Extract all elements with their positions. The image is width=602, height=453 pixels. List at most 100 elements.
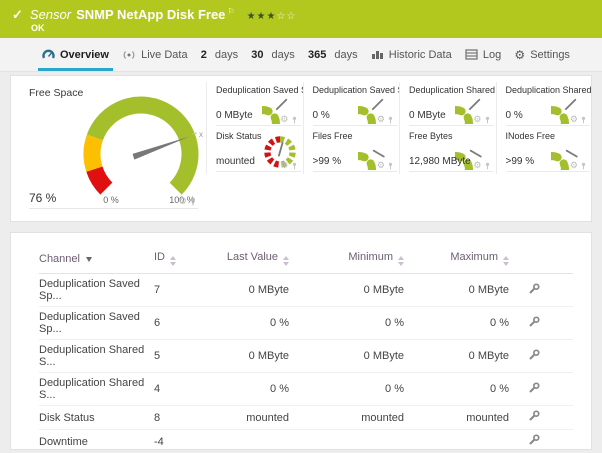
tab-label: Live Data [141,49,187,61]
gear-icon[interactable]: ⚙ [570,115,578,124]
gear-icon[interactable]: ⚙ [473,161,481,170]
divider [506,171,591,172]
divider [506,125,591,126]
maximum: 0 MByte [404,274,509,307]
channel-id: 6 [154,307,204,340]
gauge-label: Deduplication Saved S... [313,85,400,95]
sensor-header: ✓ Sensor SNMP NetApp Disk Free ⚐ ★★★☆☆ O… [0,0,602,38]
flag-icon[interactable]: ⚐ [227,7,234,16]
pin-icon[interactable] [388,116,393,124]
pin-icon[interactable] [581,116,586,124]
tab-label: Overview [60,49,109,61]
pin-icon[interactable] [485,116,490,124]
last-value: 0 % [204,307,289,340]
wrench-icon [528,283,540,295]
channel-settings-button[interactable] [509,340,559,373]
tab-log[interactable]: Log [461,38,505,71]
pin-icon[interactable] [190,197,196,206]
tab-30-days[interactable]: 30 days [247,38,299,71]
free-space-gauge-cell: Free Space x 0 % 100 % 76 % ⚙ [11,76,206,221]
channel-table-panel: Channel ID Last Value Minimum Maximum De… [10,232,592,450]
gauge-value: >99 % [506,156,535,167]
sort-icon [503,256,509,266]
wrench-icon [528,316,540,328]
gear-icon[interactable]: ⚙ [570,161,578,170]
pin-icon[interactable] [485,162,490,170]
col-header-channel[interactable]: Channel [39,247,154,274]
gauge-icon [42,48,55,61]
col-header-minimum[interactable]: Minimum [289,247,404,274]
last-value [204,430,289,453]
minimum [289,430,404,453]
gear-icon[interactable]: ⚙ [280,115,288,124]
status-badge: OK [31,23,45,33]
minimum: 0 % [289,373,404,406]
last-value: 0 MByte [204,274,289,307]
gauge-value: 76 % [29,191,56,205]
tab-label: days [215,49,238,61]
channel-settings-button[interactable] [509,406,559,430]
tab-label: Log [483,49,501,61]
gauge-value: 0 % [313,110,330,121]
gauge-value: >99 % [313,156,342,167]
channel-name: Downtime [39,430,154,453]
mini-gauge-cell-dedup-saved-bytes: Deduplication Saved S... 0 MByte ⚙ [206,82,303,128]
gauge-label: Deduplication Shared ... [409,85,496,95]
priority-stars[interactable]: ★★★☆☆ [247,11,297,22]
channel-id: 7 [154,274,204,307]
wrench-icon [528,410,540,422]
tab-label: days [334,49,357,61]
gauge-label: Disk Status [216,131,262,141]
gauge-value: mounted [216,156,255,167]
gear-icon[interactable]: ⚙ [377,115,385,124]
channel-settings-button[interactable] [509,274,559,307]
wrench-icon [528,349,540,361]
sort-icon [170,256,176,266]
col-header-maximum[interactable]: Maximum [404,247,509,274]
gear-icon[interactable]: ⚙ [179,197,187,206]
divider [216,171,301,172]
gear-icon[interactable]: ⚙ [280,161,288,170]
minimum: 0 % [289,307,404,340]
gear-icon[interactable]: ⚙ [377,161,385,170]
wrench-icon [528,382,540,394]
gear-icon[interactable]: ⚙ [473,115,481,124]
last-value: 0 % [204,373,289,406]
channel-id: 4 [154,373,204,406]
tab-settings[interactable]: ⚙ Settings [510,38,574,71]
sort-desc-icon [86,257,92,262]
tab-historic-data[interactable]: Historic Data [367,38,456,71]
divider [313,171,398,172]
channel-settings-button[interactable] [509,430,559,453]
table-row: Deduplication Shared S... 5 0 MByte 0 MB… [39,340,573,373]
gauge-label: Files Free [313,131,353,141]
gauge-label: INodes Free [506,131,556,141]
channel-settings-button[interactable] [509,373,559,406]
channel-table: Channel ID Last Value Minimum Maximum De… [39,247,573,453]
table-header-row: Channel ID Last Value Minimum Maximum [39,247,573,274]
table-row: Deduplication Saved Sp... 7 0 MByte 0 MB… [39,274,573,307]
gear-icon: ⚙ [514,49,525,61]
tab-live-data[interactable]: Live Data [118,38,191,71]
pin-icon[interactable] [581,162,586,170]
tab-2-days[interactable]: 2 days [197,38,242,71]
sort-icon [398,256,404,266]
col-header-last-value[interactable]: Last Value [204,247,289,274]
table-row: Deduplication Saved Sp... 6 0 % 0 % 0 % [39,307,573,340]
tab-365-days[interactable]: 365 days [304,38,362,71]
col-header-id[interactable]: ID [154,247,204,274]
divider [409,125,494,126]
tab-overview[interactable]: Overview [38,38,113,71]
stars-filled: ★★★ [247,11,277,22]
pin-icon[interactable] [292,116,297,124]
channel-settings-button[interactable] [509,307,559,340]
wrench-icon [528,434,540,446]
divider [409,171,494,172]
minimum: mounted [289,406,404,430]
divider [29,208,198,209]
pin-icon[interactable] [292,162,297,170]
overview-gauges-panel: Free Space x 0 % 100 % 76 % ⚙ Deduplicat… [10,75,592,222]
gauge-value: 12,980 MByte [409,156,471,167]
pin-icon[interactable] [388,162,393,170]
sensor-kind-label: Sensor [30,7,71,22]
